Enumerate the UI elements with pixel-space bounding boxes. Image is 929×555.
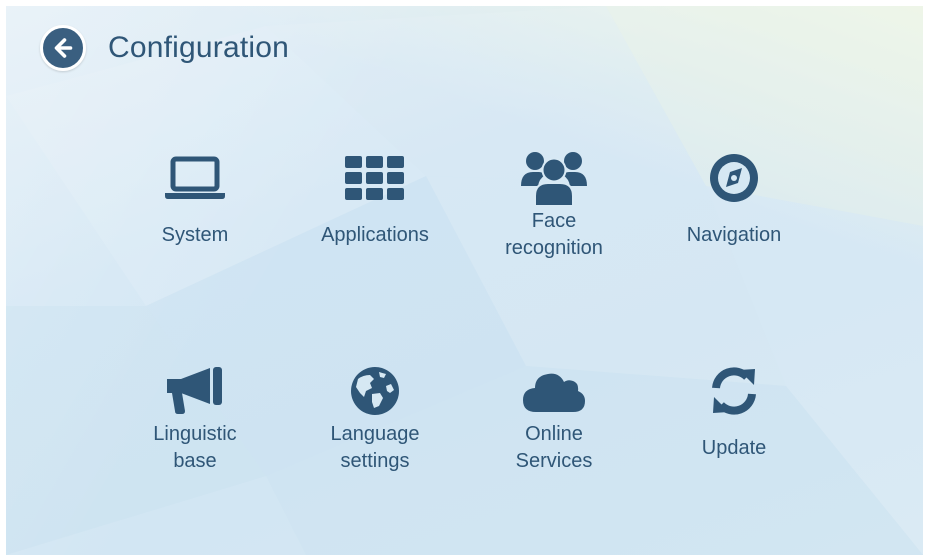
tile-label: Linguistic base	[110, 421, 280, 475]
tile-face-recognition[interactable]: Face recognition	[469, 138, 639, 288]
tile-online-services[interactable]: Online Services	[469, 351, 639, 501]
megaphone-icon	[167, 367, 222, 414]
tile-icon-container	[290, 351, 460, 431]
tile-system[interactable]: System	[110, 138, 280, 288]
laptop-icon	[165, 156, 225, 199]
tile-label: Navigation	[649, 222, 819, 249]
tile-label: System	[110, 222, 280, 249]
compass-icon	[710, 154, 758, 202]
tile-label-line: Online	[525, 423, 583, 445]
globe-icon	[351, 367, 399, 415]
tile-label: Language settings	[290, 421, 460, 475]
tile-language-settings[interactable]: Language settings	[290, 351, 460, 501]
tile-update[interactable]: Update	[649, 351, 819, 501]
back-button[interactable]	[40, 25, 86, 71]
tile-icon-container	[649, 351, 819, 431]
tile-label-line: Linguistic	[153, 423, 237, 445]
tile-icon-container	[469, 138, 639, 218]
tile-label-line: Face	[531, 210, 577, 232]
tile-icon-container	[469, 351, 639, 431]
tile-label-line: Services	[515, 450, 593, 472]
configuration-screen: Configuration System Applications Face r…	[6, 6, 923, 555]
tile-label-line: recognition	[505, 237, 603, 259]
tile-icon-container	[110, 351, 280, 431]
tile-label: Online Services	[469, 421, 639, 475]
users-icon	[521, 152, 587, 206]
tile-applications[interactable]: Applications	[290, 138, 460, 288]
tile-label-line: base	[173, 450, 217, 472]
tile-icon-container	[649, 138, 819, 218]
page-title: Configuration	[108, 31, 290, 64]
tile-label-line: Language	[330, 423, 420, 445]
tile-icon-container	[110, 138, 280, 218]
tile-icon-container	[290, 138, 460, 218]
cloud-icon	[523, 373, 585, 412]
tile-label-line: System	[161, 224, 229, 246]
tile-label-line: Update	[701, 437, 767, 459]
tile-label: Face recognition	[469, 208, 639, 262]
tile-label-line: Applications	[321, 224, 429, 246]
tile-label-line: settings	[340, 450, 410, 472]
tile-navigation[interactable]: Navigation	[649, 138, 819, 288]
tile-label-line: Navigation	[686, 224, 782, 246]
header: Configuration	[40, 25, 289, 71]
refresh-icon	[712, 367, 756, 415]
tile-label: Update	[649, 435, 819, 462]
tile-linguistic-base[interactable]: Linguistic base	[110, 351, 280, 501]
arrow-left-icon	[54, 38, 73, 58]
tile-label: Applications	[290, 222, 460, 249]
grid-icon	[345, 156, 404, 200]
